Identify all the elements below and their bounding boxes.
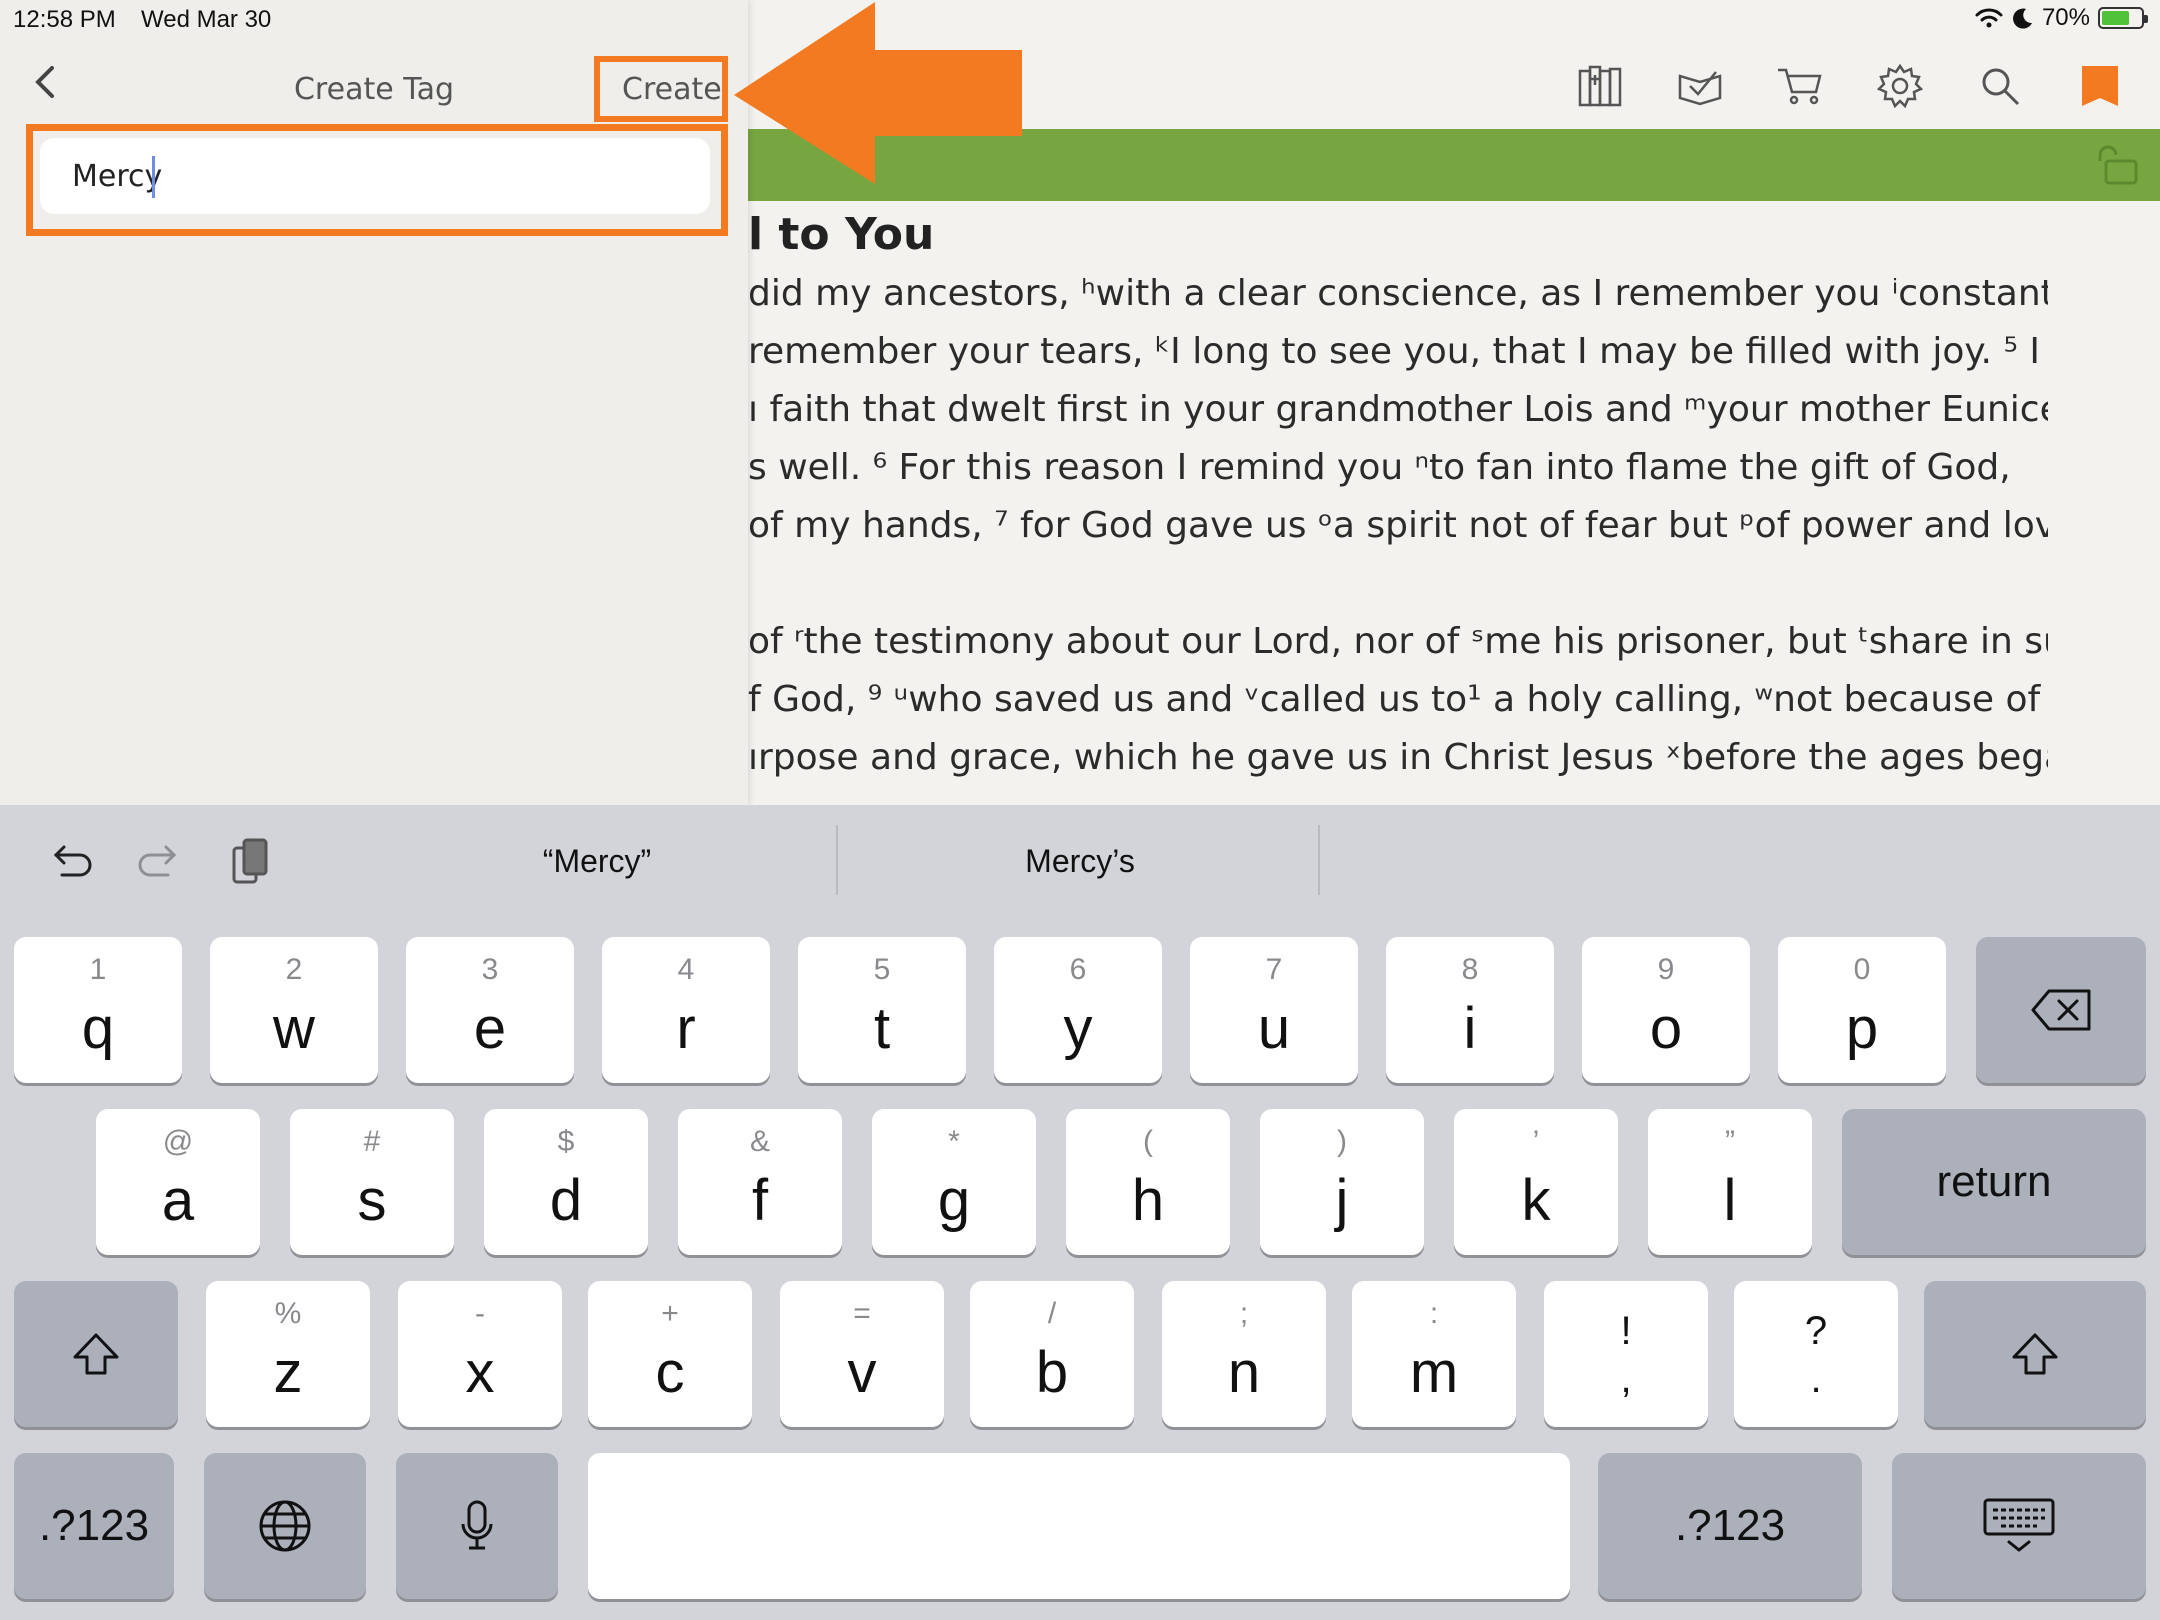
key-k[interactable]: ’ k <box>1454 1109 1618 1255</box>
key-w[interactable]: 2w <box>210 937 378 1083</box>
key-v[interactable]: = v <box>780 1281 944 1427</box>
key-question-period[interactable]: ?. <box>1734 1281 1898 1427</box>
key-d[interactable]: $ d <box>484 1109 648 1255</box>
key-z[interactable]: % z <box>206 1281 370 1427</box>
status-bar: 12:58 PM Wed Mar 30 70% <box>0 0 2160 40</box>
shift-icon <box>73 1333 119 1375</box>
create-tag-panel: Create Tag Create <box>0 0 748 805</box>
globe-icon <box>259 1500 311 1552</box>
settings-icon[interactable] <box>1872 58 1928 114</box>
undo-icon[interactable] <box>42 833 98 889</box>
status-time: 12:58 PM <box>13 6 116 33</box>
create-highlight-box <box>594 56 728 122</box>
tag-name-input[interactable] <box>40 138 710 214</box>
return-key[interactable]: return <box>1842 1109 2146 1255</box>
shift-key-right[interactable] <box>1924 1281 2146 1427</box>
bookmark-icon[interactable] <box>2072 58 2128 114</box>
moon-icon <box>2012 8 2032 29</box>
shift-icon <box>2012 1333 2058 1375</box>
hide-keyboard-key[interactable] <box>1892 1453 2146 1599</box>
verse-line: s well. ⁶ For this reason I remind you ⁿ… <box>748 447 2011 488</box>
key-p[interactable]: 0p <box>1778 937 1946 1083</box>
key-m[interactable]: :m <box>1352 1281 1516 1427</box>
wifi-icon <box>1975 8 2003 28</box>
backspace-key[interactable] <box>1976 937 2146 1083</box>
key-l[interactable]: ” l <box>1648 1109 1812 1255</box>
battery-icon <box>2098 7 2148 29</box>
battery-percent: 70% <box>2041 4 2090 31</box>
verse-line: of my hands, ⁷ for God gave us ᵒa spirit… <box>748 505 2048 546</box>
dictation-key[interactable] <box>396 1453 558 1599</box>
hide-keyboard-icon <box>1983 1498 2055 1552</box>
key-b[interactable]: / b <box>970 1281 1134 1427</box>
verse-line: remember your tears, ᵏI long to see you,… <box>748 331 2040 372</box>
unlock-icon[interactable] <box>2096 145 2140 185</box>
status-date: Wed Mar 30 <box>141 6 272 33</box>
suggestion-2[interactable]: Mercy’s <box>840 843 1320 880</box>
key-c[interactable]: + c <box>588 1281 752 1427</box>
key-h[interactable]: (h <box>1066 1109 1230 1255</box>
key-o[interactable]: 9o <box>1582 937 1750 1083</box>
microphone-icon <box>461 1500 493 1550</box>
redo-icon[interactable] <box>132 833 188 889</box>
suggestion-divider <box>836 825 838 895</box>
verse-line <box>748 555 2048 613</box>
reading-plan-icon[interactable] <box>1672 58 1728 114</box>
section-heading: l to You <box>748 209 935 260</box>
key-j[interactable]: ) j <box>1260 1109 1424 1255</box>
key-a[interactable]: @ a <box>96 1109 260 1255</box>
key-y[interactable]: 6y <box>994 937 1162 1083</box>
verse-line: ı faith that dwelt first in your grandmo… <box>748 389 2048 430</box>
key-n[interactable]: ; n <box>1162 1281 1326 1427</box>
key-t[interactable]: 5t <box>798 937 966 1083</box>
text-caret <box>152 156 155 198</box>
library-icon[interactable] <box>1572 58 1628 114</box>
search-icon[interactable] <box>1972 58 2028 114</box>
shift-key-left[interactable] <box>14 1281 178 1427</box>
suggestion-bar: “Mercy” Mercy’s <box>0 805 2160 915</box>
key-x[interactable]: -x <box>398 1281 562 1427</box>
verse-line: of ʳthe testimony about our Lord, nor of… <box>748 621 2048 662</box>
key-g[interactable]: * g <box>872 1109 1036 1255</box>
backspace-icon <box>2031 989 2091 1031</box>
verse-line: f God, ⁹ ᵘwho saved us and ᵛcalled us to… <box>748 679 2041 720</box>
passage-text: l to You did my ancestors, ʰwith a clear… <box>748 205 2048 787</box>
key-e[interactable]: 3e <box>406 937 574 1083</box>
key-f[interactable]: & f <box>678 1109 842 1255</box>
numbers-key-right[interactable]: .?123 <box>1598 1453 1862 1599</box>
numbers-key-left[interactable]: .?123 <box>14 1453 174 1599</box>
key-r[interactable]: 4r <box>602 937 770 1083</box>
cart-icon[interactable] <box>1772 58 1828 114</box>
verse-line: did my ancestors, ʰwith a clear conscien… <box>748 273 2048 314</box>
space-key[interactable] <box>588 1453 1570 1599</box>
key-exclamation-comma[interactable]: !, <box>1544 1281 1708 1427</box>
suggestion-1[interactable]: “Mercy” <box>357 843 837 880</box>
verse-line: ırpose and grace, which he gave us in Ch… <box>748 737 2048 778</box>
key-s[interactable]: # s <box>290 1109 454 1255</box>
key-q[interactable]: 1q <box>14 937 182 1083</box>
key-u[interactable]: 7u <box>1190 937 1358 1083</box>
onscreen-keyboard: “Mercy” Mercy’s 1q 2w 3e 4r 5t 6y 7u 8i … <box>0 805 2160 1620</box>
paste-icon[interactable] <box>222 833 278 889</box>
key-i[interactable]: 8i <box>1386 937 1554 1083</box>
status-indicators: 70% <box>1974 4 2148 32</box>
suggestion-divider <box>1318 825 1320 895</box>
globe-key[interactable] <box>204 1453 366 1599</box>
